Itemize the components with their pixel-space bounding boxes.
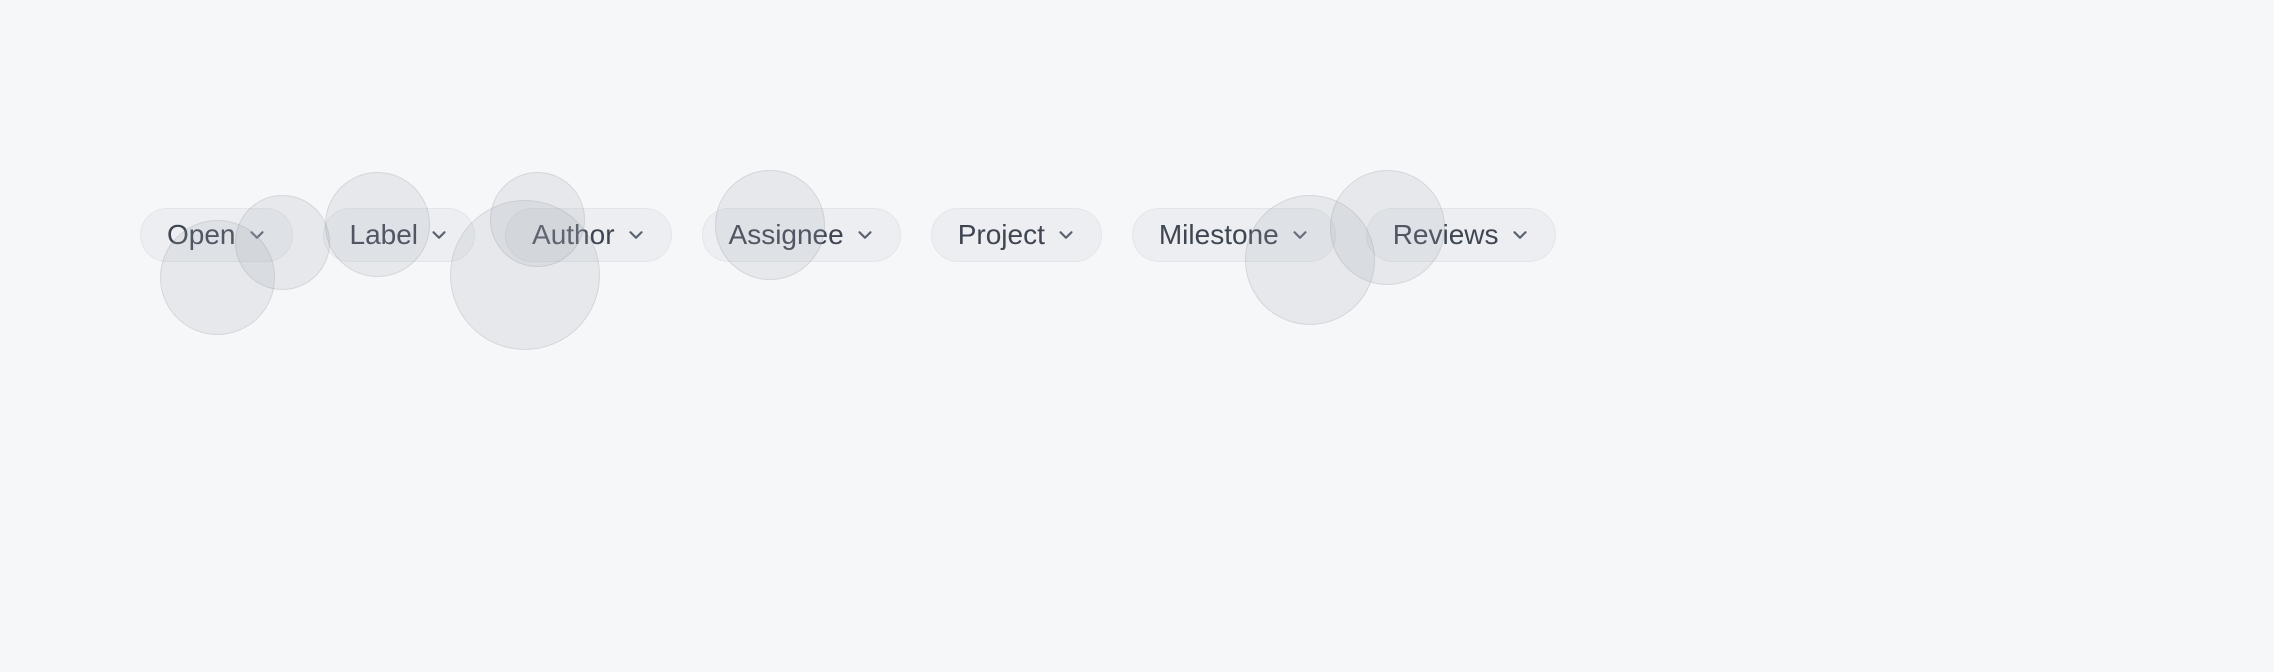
label-filter[interactable]: Label <box>323 208 476 262</box>
assignee-filter[interactable]: Assignee <box>702 208 901 262</box>
open-filter-label: Open <box>167 218 236 252</box>
milestone-filter-label: Milestone <box>1159 218 1279 252</box>
chevron-down-icon <box>426 222 452 248</box>
assignee-filter-label: Assignee <box>729 218 844 252</box>
filter-bar: Open Label Author Assignee Project Miles… <box>140 208 1556 262</box>
reviews-filter-label: Reviews <box>1393 218 1499 252</box>
author-filter-label: Author <box>532 218 615 252</box>
milestone-filter[interactable]: Milestone <box>1132 208 1336 262</box>
project-filter[interactable]: Project <box>931 208 1102 262</box>
chevron-down-icon <box>1053 222 1079 248</box>
open-filter[interactable]: Open <box>140 208 293 262</box>
chevron-down-icon <box>623 222 649 248</box>
chevron-down-icon <box>852 222 878 248</box>
project-filter-label: Project <box>958 218 1045 252</box>
chevron-down-icon <box>244 222 270 248</box>
chevron-down-icon <box>1507 222 1533 248</box>
chevron-down-icon <box>1287 222 1313 248</box>
label-filter-label: Label <box>350 218 419 252</box>
reviews-filter[interactable]: Reviews <box>1366 208 1556 262</box>
author-filter[interactable]: Author <box>505 208 672 262</box>
